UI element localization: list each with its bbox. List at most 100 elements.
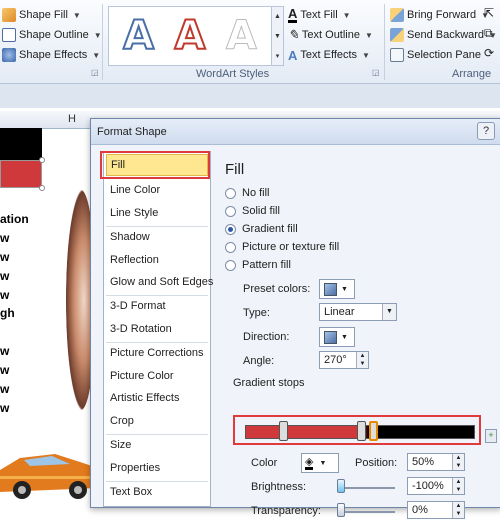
position-label: Position: <box>355 457 398 469</box>
angle-label: Angle: <box>243 355 275 367</box>
spinner-arrows-icon[interactable]: ▲ ▼ <box>452 502 464 518</box>
paint-bucket-icon: ◈ <box>305 455 314 470</box>
nav-divider <box>106 434 208 435</box>
type-value: Linear <box>324 306 355 318</box>
brightness-spinner[interactable]: -100% ▲ ▼ <box>407 477 465 495</box>
angle-spinner[interactable]: 270° ▲ ▼ <box>319 351 369 369</box>
radio-icon <box>225 205 236 217</box>
nav-item-reflection[interactable]: Reflection <box>110 254 159 266</box>
selection-pane-icon <box>390 48 404 62</box>
gradient-stop-1[interactable] <box>279 421 288 441</box>
radio-no-fill[interactable]: No fill <box>225 187 270 199</box>
selection-pane-button[interactable]: Selection Pane <box>390 46 481 64</box>
arrange-group-label: Arrange <box>452 68 492 80</box>
shape-effects-icon <box>2 48 16 62</box>
nav-divider <box>106 481 208 482</box>
spinner-arrows-icon[interactable]: ▲ ▼ <box>356 352 368 368</box>
nav-item-line-color[interactable]: Line Color <box>110 184 160 196</box>
nav-item-text-box[interactable]: Text Box <box>110 486 152 498</box>
shape-fill-label: Shape Fill <box>19 9 68 21</box>
fill-panel: Fill No fill Solid fill Gradient fill Pi… <box>215 151 500 519</box>
category-list: Fill Line Color Line Style Shadow Reflec… <box>103 151 213 507</box>
type-select[interactable]: Linear ▼ <box>319 303 397 321</box>
text-effects-button[interactable]: A Text Effects ▼ <box>288 46 370 64</box>
shape-fill-button[interactable]: Shape Fill ▼ <box>2 6 81 24</box>
radio-label: Pattern fill <box>242 259 291 271</box>
position-spinner[interactable]: 50% ▲ ▼ <box>407 453 465 471</box>
dialog-launcher-icon[interactable]: ◲ <box>91 68 99 77</box>
radio-label: Gradient fill <box>242 223 298 235</box>
shape-outline-button[interactable]: Shape Outline ▼ <box>2 26 102 44</box>
nav-divider <box>106 342 208 343</box>
radio-icon <box>225 259 236 271</box>
nav-item-artistic-effects[interactable]: Artistic Effects <box>110 392 179 404</box>
nav-item-glow[interactable]: Glow and Soft Edges <box>110 276 213 288</box>
resize-handle[interactable] <box>39 185 45 191</box>
wordart-style-plain[interactable]: A <box>219 12 263 60</box>
ribbon: Shape Fill ▼ Shape Outline ▼ Shape Effec… <box>0 0 500 84</box>
nav-item-picture-corrections[interactable]: Picture Corrections <box>110 347 204 359</box>
send-backward-button[interactable]: Send Backward ▼ <box>390 26 497 44</box>
align-icon[interactable]: ⇱ <box>484 6 494 20</box>
radio-pattern-fill[interactable]: Pattern fill <box>225 259 291 271</box>
gallery-scroll[interactable]: ▲ ▼ ▾ <box>272 6 284 66</box>
wordart-gallery[interactable]: A A A <box>108 6 272 66</box>
rotate-icon[interactable]: ⟳ <box>484 46 494 60</box>
group-divider <box>384 4 385 80</box>
bring-forward-button[interactable]: Bring Forward ▼ <box>390 6 489 24</box>
wordart-style-red[interactable]: A <box>168 12 212 60</box>
radio-gradient-fill[interactable]: Gradient fill <box>225 223 298 235</box>
text-fill-button[interactable]: A Text Fill ▼ <box>288 6 351 24</box>
send-backward-label: Send Backward <box>407 29 485 41</box>
dialog-titlebar[interactable]: Format Shape <box>91 119 500 145</box>
transparency-spinner[interactable]: 0% ▲ ▼ <box>407 501 465 519</box>
group-icon[interactable]: ⧉ <box>484 26 493 41</box>
direction-label: Direction: <box>243 331 290 343</box>
text-outline-icon: ✎ <box>288 27 299 42</box>
brightness-slider-thumb[interactable] <box>337 479 345 493</box>
cell-text: w <box>0 288 10 302</box>
format-shape-dialog: Format Shape ? Fill Line Color Line Styl… <box>90 118 500 519</box>
nav-item-3d-format[interactable]: 3-D Format <box>110 300 166 312</box>
transparency-slider-track[interactable] <box>337 511 395 513</box>
help-button[interactable]: ? <box>477 122 495 140</box>
chevron-down-icon: ▼ <box>342 10 351 20</box>
chevron-down-icon: ▼ <box>341 285 348 293</box>
brightness-slider-track[interactable] <box>337 487 395 489</box>
nav-item-picture-color[interactable]: Picture Color <box>110 370 174 382</box>
spinner-arrows-icon[interactable]: ▲ ▼ <box>452 454 464 470</box>
nav-item-crop[interactable]: Crop <box>110 415 134 427</box>
radio-label: Solid fill <box>242 205 280 217</box>
group-divider <box>102 4 103 80</box>
gradient-swatch-icon <box>324 282 337 296</box>
nav-item-shadow[interactable]: Shadow <box>110 231 150 243</box>
spinner-arrows-icon[interactable]: ▲ ▼ <box>452 478 464 494</box>
gradient-stop-3-selected[interactable] <box>369 421 378 441</box>
direction-dropdown[interactable]: ▼ <box>319 327 355 347</box>
transparency-slider-thumb[interactable] <box>337 503 345 517</box>
nav-item-line-style[interactable]: Line Style <box>110 207 158 219</box>
cell-text: w <box>0 363 10 377</box>
text-outline-button[interactable]: ✎ Text Outline ▼ <box>288 26 373 44</box>
column-header-h[interactable]: H <box>68 113 76 125</box>
cell-text: w <box>0 344 10 358</box>
nav-item-properties[interactable]: Properties <box>110 462 160 474</box>
chevron-down-icon: ▼ <box>382 304 396 320</box>
radio-label: Picture or texture fill <box>242 241 340 253</box>
preset-colors-dropdown[interactable]: ▼ <box>319 279 355 299</box>
wordart-style-blue[interactable]: A <box>117 12 161 60</box>
nav-divider <box>106 226 208 227</box>
shape-effects-button[interactable]: Shape Effects ▼ <box>2 46 100 64</box>
color-picker-button[interactable]: ◈ ▼ <box>301 453 339 473</box>
resize-handle[interactable] <box>39 157 45 163</box>
dialog-launcher-icon[interactable]: ◲ <box>372 68 380 77</box>
fill-highlight-box <box>100 151 210 179</box>
nav-item-3d-rotation[interactable]: 3-D Rotation <box>110 323 172 335</box>
nav-item-size[interactable]: Size <box>110 439 131 451</box>
radio-solid-fill[interactable]: Solid fill <box>225 205 280 217</box>
red-shape[interactable] <box>0 160 42 188</box>
radio-picture-texture-fill[interactable]: Picture or texture fill <box>225 241 339 253</box>
black-shape[interactable] <box>0 128 42 160</box>
gradient-stop-2[interactable] <box>357 421 366 441</box>
add-gradient-stop-icon[interactable]: + <box>485 429 497 443</box>
